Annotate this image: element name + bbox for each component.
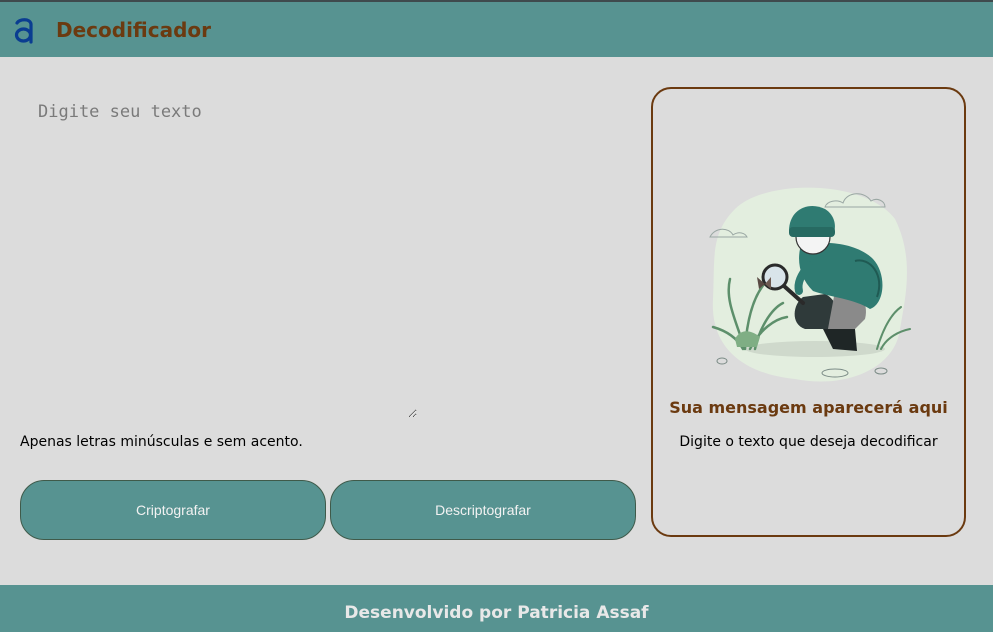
output-title: Sua mensagem aparecerá aqui xyxy=(669,398,948,417)
app-header: Decodificador xyxy=(0,0,993,57)
output-subtitle: Digite o texto que deseja decodificar xyxy=(679,434,938,450)
output-panel: Sua mensagem aparecerá aqui Digite o tex… xyxy=(651,87,966,537)
message-input[interactable] xyxy=(20,88,417,418)
person-with-magnifying-glass-illustration xyxy=(709,187,911,382)
encrypt-button[interactable]: Criptografar xyxy=(20,480,326,540)
input-hint: Apenas letras minúsculas e sem acento. xyxy=(20,434,303,450)
app-footer: Desenvolvido por Patricia Assaf xyxy=(0,585,993,632)
alura-a-logo-icon xyxy=(14,18,33,44)
app-title: Decodificador xyxy=(56,18,212,42)
decrypt-button[interactable]: Descriptografar xyxy=(330,480,636,540)
footer-credit: Desenvolvido por Patricia Assaf xyxy=(344,603,649,623)
